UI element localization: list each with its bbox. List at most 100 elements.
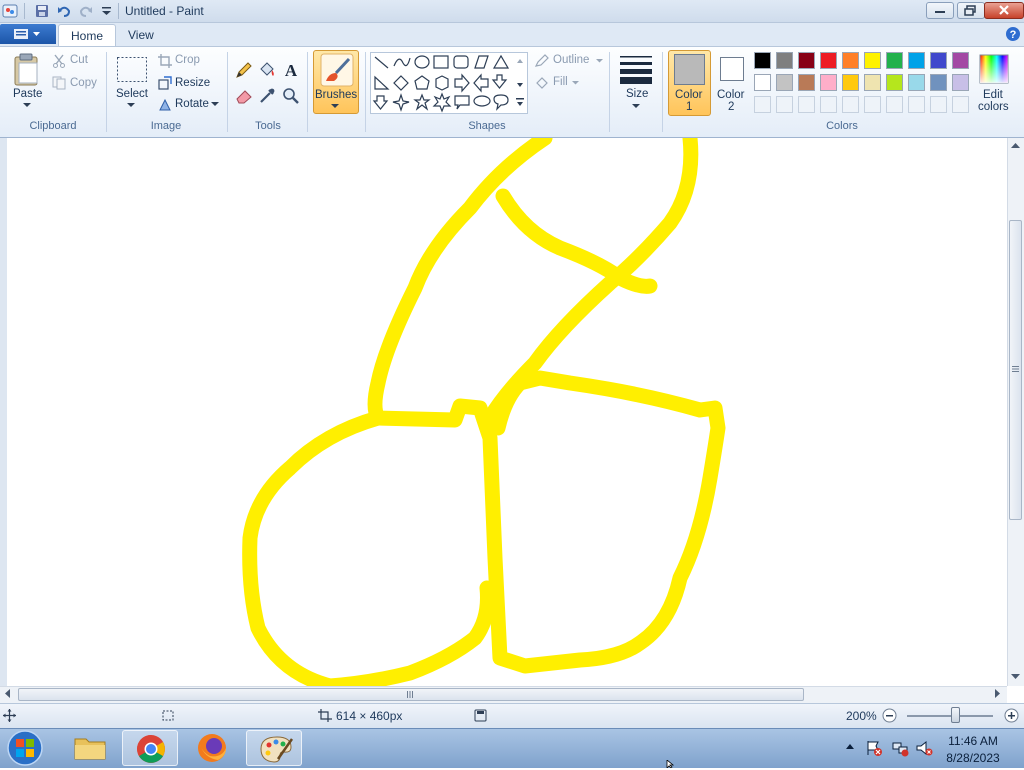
chevron-down-icon[interactable] (22, 102, 32, 108)
chevron-down-icon[interactable] (632, 104, 640, 109)
chevron-down-icon[interactable] (572, 81, 579, 85)
palette-swatch[interactable] (864, 52, 881, 69)
chevron-down-icon[interactable] (596, 59, 603, 63)
custom-color-slot[interactable] (908, 96, 925, 113)
custom-color-slot[interactable] (952, 96, 969, 113)
fill-icon[interactable] (534, 76, 550, 90)
fill-bucket-icon[interactable] (257, 60, 277, 80)
palette-swatch[interactable] (930, 52, 947, 69)
chevron-down-icon[interactable] (331, 104, 339, 109)
palette-swatch[interactable] (842, 74, 859, 91)
crop-icon[interactable] (158, 54, 172, 68)
action-center-flag-icon[interactable] (865, 739, 883, 757)
palette-swatch[interactable] (820, 74, 837, 91)
clock-date[interactable]: 8/28/2023 (943, 751, 1003, 765)
palette-swatch[interactable] (952, 52, 969, 69)
taskbar-firefox[interactable] (184, 730, 240, 766)
drawing-canvas[interactable] (0, 138, 1024, 686)
custom-color-slot[interactable] (842, 96, 859, 113)
paint-menu-button[interactable] (0, 24, 56, 44)
edit-colors-icon (979, 54, 1009, 84)
zoom-slider-thumb[interactable] (951, 707, 960, 723)
eraser-icon[interactable] (234, 86, 254, 106)
palette-swatch[interactable] (930, 74, 947, 91)
help-icon[interactable]: ? (1005, 26, 1021, 42)
custom-color-slot[interactable] (930, 96, 947, 113)
custom-color-slot[interactable] (776, 96, 793, 113)
select-button[interactable]: Select (116, 88, 148, 100)
paste-button[interactable]: Paste (13, 88, 42, 100)
palette-swatch[interactable] (754, 74, 771, 91)
palette-swatch[interactable] (908, 74, 925, 91)
volume-muted-icon[interactable] (915, 739, 933, 757)
close-button[interactable] (984, 2, 1024, 19)
restore-button[interactable] (957, 2, 985, 19)
show-hidden-icons-icon[interactable] (845, 742, 855, 750)
paint-app-icon[interactable] (2, 3, 18, 19)
undo-icon[interactable] (56, 3, 72, 19)
taskbar-chrome[interactable] (122, 730, 178, 766)
custom-color-slot[interactable] (754, 96, 771, 113)
network-icon[interactable] (891, 739, 909, 757)
custom-color-slot[interactable] (798, 96, 815, 113)
taskbar-file-explorer[interactable] (62, 730, 118, 766)
palette-swatch[interactable] (798, 52, 815, 69)
custom-color-slot[interactable] (886, 96, 903, 113)
canvas-size-icon (318, 709, 332, 722)
fill-button[interactable]: Fill (553, 76, 568, 88)
chevron-down-icon[interactable] (126, 102, 136, 108)
cut-icon[interactable] (52, 54, 66, 68)
zoom-slider-track[interactable] (907, 715, 993, 717)
palette-swatch[interactable] (776, 52, 793, 69)
palette-swatch[interactable] (842, 52, 859, 69)
palette-swatch[interactable] (908, 52, 925, 69)
palette-swatch[interactable] (864, 74, 881, 91)
scroll-right-icon[interactable] (995, 689, 1001, 698)
edit-colors-label-line1[interactable]: Edit (983, 89, 1003, 101)
edit-colors-label-line2[interactable]: colors (978, 101, 1009, 113)
palette-swatch[interactable] (886, 74, 903, 91)
title-separator (24, 3, 25, 19)
tab-home[interactable]: Home (58, 24, 117, 47)
clock-time[interactable]: 11:46 AM (943, 734, 1003, 748)
redo-icon[interactable] (78, 3, 94, 19)
custom-color-slot[interactable] (820, 96, 837, 113)
color-picker-icon[interactable] (257, 86, 277, 106)
cut-button[interactable]: Cut (70, 54, 88, 66)
size-button[interactable]: Size (626, 88, 648, 100)
palette-swatch[interactable] (952, 74, 969, 91)
pencil-icon[interactable] (234, 60, 254, 80)
zoom-out-icon[interactable] (882, 708, 897, 723)
save-icon[interactable] (34, 3, 50, 19)
crop-button[interactable]: Crop (175, 54, 200, 66)
palette-swatch[interactable] (798, 74, 815, 91)
scroll-down-icon[interactable] (1011, 674, 1020, 680)
palette-swatch[interactable] (820, 52, 837, 69)
outline-button[interactable]: Outline (553, 54, 589, 66)
palette-swatch[interactable] (776, 74, 793, 91)
zoom-in-icon[interactable] (1004, 708, 1019, 723)
grip-icon (407, 691, 413, 698)
resize-button[interactable]: Resize (175, 77, 210, 89)
tab-view[interactable]: View (116, 24, 166, 46)
customize-quick-access-icon[interactable] (99, 3, 115, 19)
copy-button[interactable]: Copy (70, 77, 97, 89)
palette-swatch[interactable] (886, 52, 903, 69)
rotate-button[interactable]: Rotate (175, 98, 209, 110)
rotate-icon[interactable] (158, 98, 172, 112)
text-tool-icon[interactable]: A (281, 60, 301, 80)
shapes-scroll-icon[interactable] (515, 56, 525, 110)
outline-icon[interactable] (534, 54, 550, 68)
minimize-button[interactable] (926, 2, 954, 19)
chevron-down-icon[interactable] (211, 102, 219, 107)
palette-swatch[interactable] (754, 52, 771, 69)
copy-icon[interactable] (52, 76, 66, 90)
start-button[interactable] (4, 729, 46, 767)
scroll-left-icon[interactable] (5, 689, 11, 698)
scroll-up-icon[interactable] (1011, 143, 1020, 149)
taskbar-paint[interactable] (246, 730, 302, 766)
custom-color-slot[interactable] (864, 96, 881, 113)
resize-icon[interactable] (158, 76, 172, 90)
magnifier-icon[interactable] (281, 86, 301, 106)
selection-size-icon (162, 710, 174, 721)
